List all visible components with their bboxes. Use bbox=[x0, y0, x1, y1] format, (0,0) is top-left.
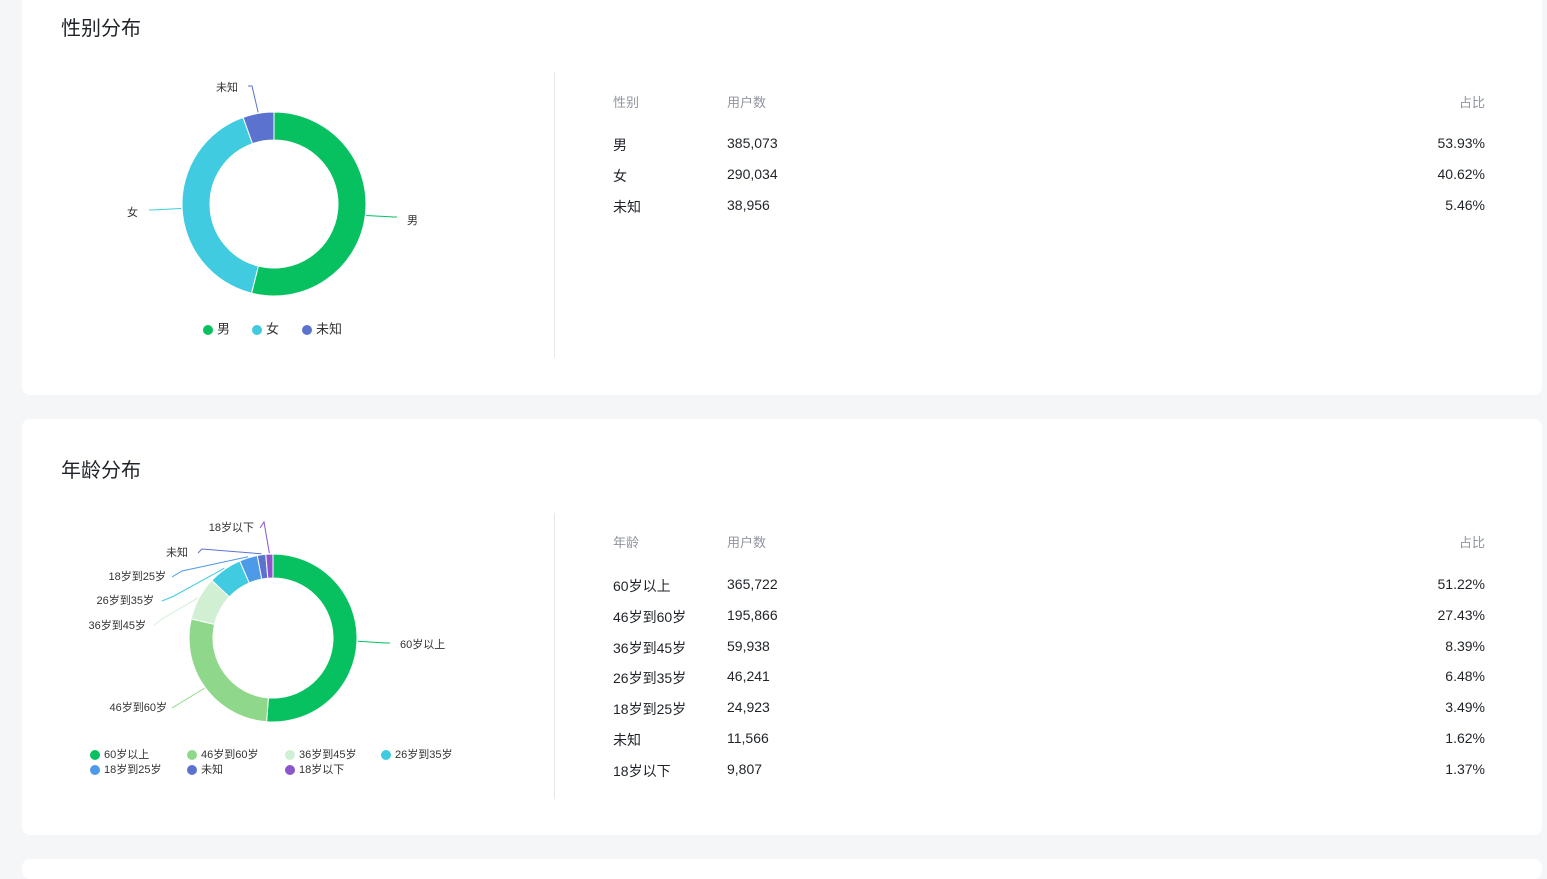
age-table-header: 年龄 用户数 占比 bbox=[613, 532, 1485, 552]
table-row: 26岁到35岁 46,241 6.48% bbox=[613, 668, 1485, 688]
gender-legend-marker[interactable] bbox=[252, 325, 262, 335]
gender-legend-label[interactable]: 女 bbox=[266, 321, 279, 336]
age-label-line bbox=[259, 520, 270, 554]
table-row: 未知 38,956 5.46% bbox=[613, 197, 1485, 217]
gender-cell-category: 男 bbox=[613, 137, 627, 153]
gender-slice-label: 女 bbox=[127, 205, 138, 219]
age-slice-label: 36岁到45岁 bbox=[89, 618, 146, 632]
age-cell-users: 24,923 bbox=[727, 699, 770, 715]
age-cell-users: 59,938 bbox=[727, 638, 770, 654]
age-label-line bbox=[357, 640, 390, 644]
age-cell-users: 195,866 bbox=[727, 607, 778, 623]
age-legend-marker[interactable] bbox=[285, 765, 295, 775]
age-header-ratio: 占比 bbox=[1458, 535, 1485, 550]
gender-legend-label[interactable]: 未知 bbox=[316, 321, 342, 336]
age-legend-label[interactable]: 未知 bbox=[201, 762, 223, 776]
age-cell-category: 未知 bbox=[613, 732, 641, 748]
gender-donut-chart: 男女未知男女未知 bbox=[127, 80, 418, 337]
gender-slice[interactable] bbox=[181, 116, 259, 294]
age-distribution-card: 年龄分布 60岁以上 46岁到60岁 36岁到45岁 26岁到35岁 18岁到25岁 未知… bbox=[22, 419, 1542, 835]
age-cell-category: 36岁到45岁 bbox=[613, 640, 687, 656]
gender-cell-ratio: 5.46% bbox=[1445, 197, 1485, 213]
age-slice[interactable] bbox=[188, 618, 269, 723]
age-slice[interactable] bbox=[266, 553, 358, 723]
age-slice-label: 60岁以上 bbox=[400, 637, 445, 651]
age-cell-ratio: 1.37% bbox=[1445, 761, 1485, 777]
age-cell-users: 365,722 bbox=[727, 576, 778, 592]
gender-cell-users: 38,956 bbox=[727, 197, 770, 213]
age-cell-ratio: 51.22% bbox=[1437, 576, 1485, 592]
gender-cell-category: 未知 bbox=[613, 199, 641, 215]
table-row: 18岁以下 9,807 1.37% bbox=[613, 761, 1485, 781]
age-legend-label[interactable]: 18岁到25岁 bbox=[104, 762, 161, 776]
gender-header-category: 性别 bbox=[613, 95, 640, 110]
gender-label-line bbox=[248, 85, 259, 113]
age-cell-users: 9,807 bbox=[727, 761, 763, 777]
gender-slice-label: 男 bbox=[407, 215, 418, 227]
age-cell-ratio: 8.39% bbox=[1445, 638, 1485, 654]
age-legend-label[interactable]: 18岁以下 bbox=[299, 762, 344, 776]
age-legend-marker[interactable] bbox=[90, 765, 100, 775]
next-card bbox=[22, 859, 1542, 879]
table-row: 46岁到60岁 195,866 27.43% bbox=[613, 607, 1485, 627]
age-divider bbox=[554, 513, 555, 799]
age-legend-label[interactable]: 36岁到45岁 bbox=[299, 747, 356, 761]
gender-cell-ratio: 53.93% bbox=[1437, 135, 1485, 151]
age-cell-ratio: 3.49% bbox=[1445, 699, 1485, 715]
age-label-line bbox=[171, 687, 205, 709]
age-slice-label: 18岁以下 bbox=[209, 520, 254, 534]
age-slice-label: 26岁到35岁 bbox=[97, 593, 154, 607]
age-legend-label[interactable]: 26岁到35岁 bbox=[395, 747, 452, 761]
gender-divider bbox=[554, 72, 555, 358]
age-legend-marker[interactable] bbox=[187, 765, 197, 775]
age-slice-label: 未知 bbox=[166, 545, 188, 559]
age-legend-marker[interactable] bbox=[90, 750, 100, 760]
gender-table-header: 性别 用户数 占比 bbox=[613, 92, 1485, 112]
table-row: 18岁到25岁 24,923 3.49% bbox=[613, 699, 1485, 719]
table-row: 女 290,034 40.62% bbox=[613, 166, 1485, 186]
age-cell-category: 26岁到35岁 bbox=[613, 670, 687, 686]
age-cell-ratio: 27.43% bbox=[1437, 607, 1485, 623]
age-slice-label: 46岁到60岁 bbox=[110, 700, 167, 714]
age-cell-users: 11,566 bbox=[727, 730, 769, 746]
gender-label-line bbox=[149, 207, 182, 211]
gender-slice-label: 未知 bbox=[216, 80, 238, 94]
age-header-users: 用户数 bbox=[727, 535, 767, 550]
table-row: 男 385,073 53.93% bbox=[613, 135, 1485, 155]
gender-distribution-card: 性别分布 男女未知男女未知 性别 用户数 占比 男 385,073 53.93%… bbox=[22, 0, 1542, 395]
gender-label-line bbox=[366, 214, 397, 218]
age-cell-category: 60岁以上 bbox=[613, 578, 671, 594]
age-legend-marker[interactable] bbox=[381, 750, 391, 760]
age-label-line bbox=[197, 548, 262, 555]
age-legend-label[interactable]: 46岁到60岁 bbox=[201, 747, 258, 761]
table-row: 未知 11,566 1.62% bbox=[613, 730, 1485, 750]
gender-legend-marker[interactable] bbox=[302, 325, 312, 335]
age-donut-chart: 60岁以上46岁到60岁36岁到45岁26岁到35岁18岁到25岁未知18岁以下… bbox=[89, 520, 453, 776]
age-cell-ratio: 1.62% bbox=[1445, 730, 1485, 746]
gender-header-users: 用户数 bbox=[727, 95, 767, 110]
age-legend-marker[interactable] bbox=[187, 750, 197, 760]
table-row: 60岁以上 365,722 51.22% bbox=[613, 576, 1485, 596]
age-cell-users: 46,241 bbox=[727, 668, 770, 684]
gender-cell-users: 290,034 bbox=[727, 166, 778, 182]
age-cell-category: 18岁到25岁 bbox=[613, 701, 687, 717]
age-legend-marker[interactable] bbox=[285, 750, 295, 760]
gender-cell-ratio: 40.62% bbox=[1437, 166, 1485, 182]
gender-legend-marker[interactable] bbox=[203, 325, 213, 335]
age-slice-label: 18岁到25岁 bbox=[109, 569, 166, 583]
age-legend-label[interactable]: 60岁以上 bbox=[104, 747, 149, 761]
age-cell-ratio: 6.48% bbox=[1445, 668, 1485, 684]
age-header-category: 年龄 bbox=[613, 535, 640, 550]
gender-cell-users: 385,073 bbox=[727, 135, 778, 151]
gender-header-ratio: 占比 bbox=[1458, 95, 1485, 110]
gender-cell-category: 女 bbox=[613, 168, 627, 184]
age-cell-category: 46岁到60岁 bbox=[613, 609, 687, 625]
gender-legend-label[interactable]: 男 bbox=[217, 321, 230, 336]
age-cell-category: 18岁以下 bbox=[613, 763, 671, 779]
table-row: 36岁到45岁 59,938 8.39% bbox=[613, 638, 1485, 658]
